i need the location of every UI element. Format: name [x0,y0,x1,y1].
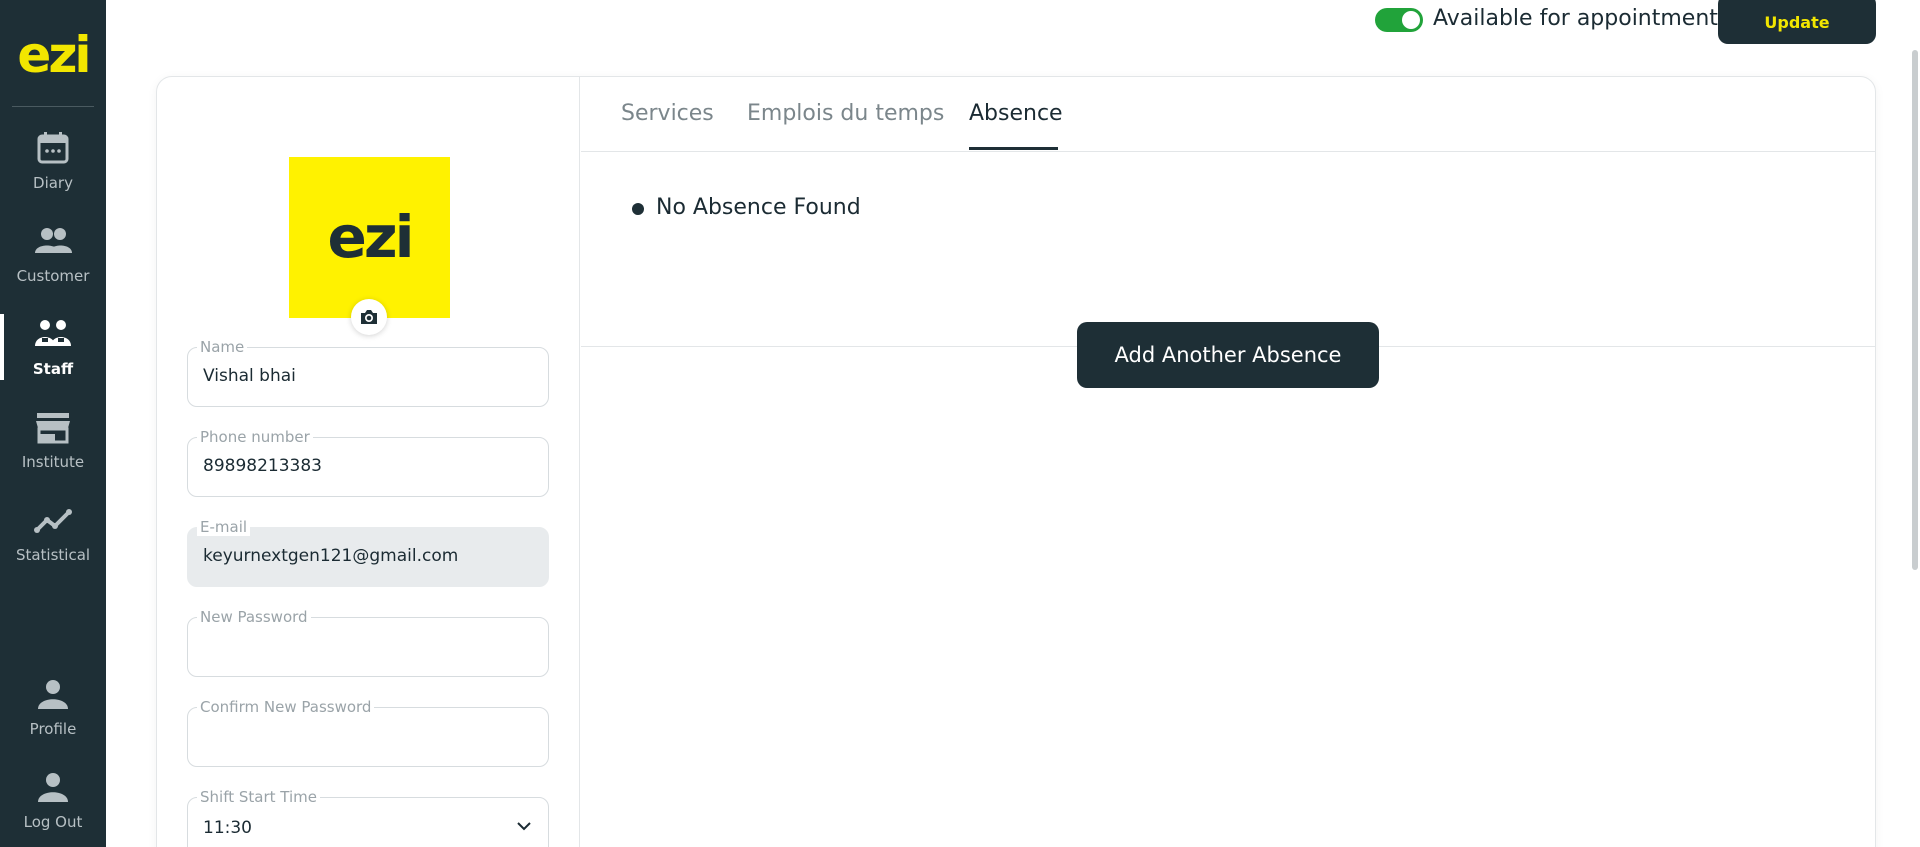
tab-absence[interactable]: Absence [969,101,1063,126]
store-icon [36,413,70,444]
tab-services[interactable]: Services [621,101,714,126]
tab-bar: Services Emplois du temps Absence [581,77,1876,152]
sidebar-item-diary[interactable]: Diary [0,128,106,214]
sidebar-divider [12,106,94,107]
phone-input[interactable] [203,456,523,476]
profile-panel: ezi Name Phone number E-mail New Passwor… [157,77,580,847]
update-button[interactable]: Update [1718,0,1876,44]
avatar: ezi [289,157,450,318]
shift-start-value: 11:30 [203,818,252,838]
sidebar-item-statistical[interactable]: Statistical [0,500,106,586]
phone-label: Phone number [197,428,313,446]
chevron-down-icon [517,822,531,831]
sidebar-item-label: Statistical [15,546,91,564]
sidebar-item-label: Diary [33,174,73,192]
list-bullet [632,203,644,215]
confirm-password-label: Confirm New Password [197,698,375,716]
sidebar-item-profile[interactable]: Profile [0,674,106,760]
app-logo-text: ezi [17,26,91,84]
sidebar-item-logout[interactable]: Log Out [0,767,106,847]
sidebar-item-customer[interactable]: Customer [0,221,106,307]
staff-detail-card: ezi Name Phone number E-mail New Passwor… [156,76,1876,847]
sidebar-item-label: Customer [16,267,90,285]
change-photo-button[interactable] [351,299,387,335]
new-password-input[interactable] [203,636,523,656]
name-field: Name [187,338,549,407]
new-password-field: New Password [187,608,549,677]
email-input [203,546,523,566]
sidebar-item-label: Log Out [23,813,83,831]
add-absence-button[interactable]: Add Another Absence [1077,322,1379,388]
chart-line-icon [34,509,72,533]
confirm-password-field: Confirm New Password [187,698,549,767]
name-input[interactable] [203,366,523,386]
calendar-icon [37,132,69,164]
email-field: E-mail [187,518,549,587]
shift-start-select[interactable]: Shift Start Time 11:30 [187,788,549,847]
camera-icon [361,310,377,324]
new-password-label: New Password [197,608,311,626]
sidebar: ezi Diary Customer Staff Institute Stati… [0,0,106,847]
sidebar-item-institute[interactable]: Institute [0,407,106,493]
sidebar-item-label: Institute [21,453,85,471]
sidebar-item-label: Staff [32,360,74,378]
email-label: E-mail [197,518,251,536]
confirm-password-input[interactable] [203,726,523,746]
availability-label: Available for appointment [1433,6,1718,31]
shift-start-label: Shift Start Time [197,788,320,806]
app-logo[interactable]: ezi [0,20,106,90]
phone-field: Phone number [187,428,549,497]
availability-toggle[interactable] [1375,8,1423,32]
staff-icon [35,320,71,346]
avatar-logo-text: ezi [327,203,415,271]
absence-list: No Absence Found [581,153,1876,347]
customers-icon [35,228,72,253]
active-tab-indicator [969,147,1058,150]
sidebar-item-label: Profile [29,720,77,738]
user-icon [38,680,68,709]
sidebar-item-staff[interactable]: Staff [0,314,106,400]
name-label: Name [197,338,248,356]
toggle-knob [1402,11,1420,29]
user-icon [38,773,68,802]
tab-schedule[interactable]: Emplois du temps [747,101,944,126]
empty-state-text: No Absence Found [656,195,861,220]
page-scrollbar[interactable] [1912,50,1918,570]
